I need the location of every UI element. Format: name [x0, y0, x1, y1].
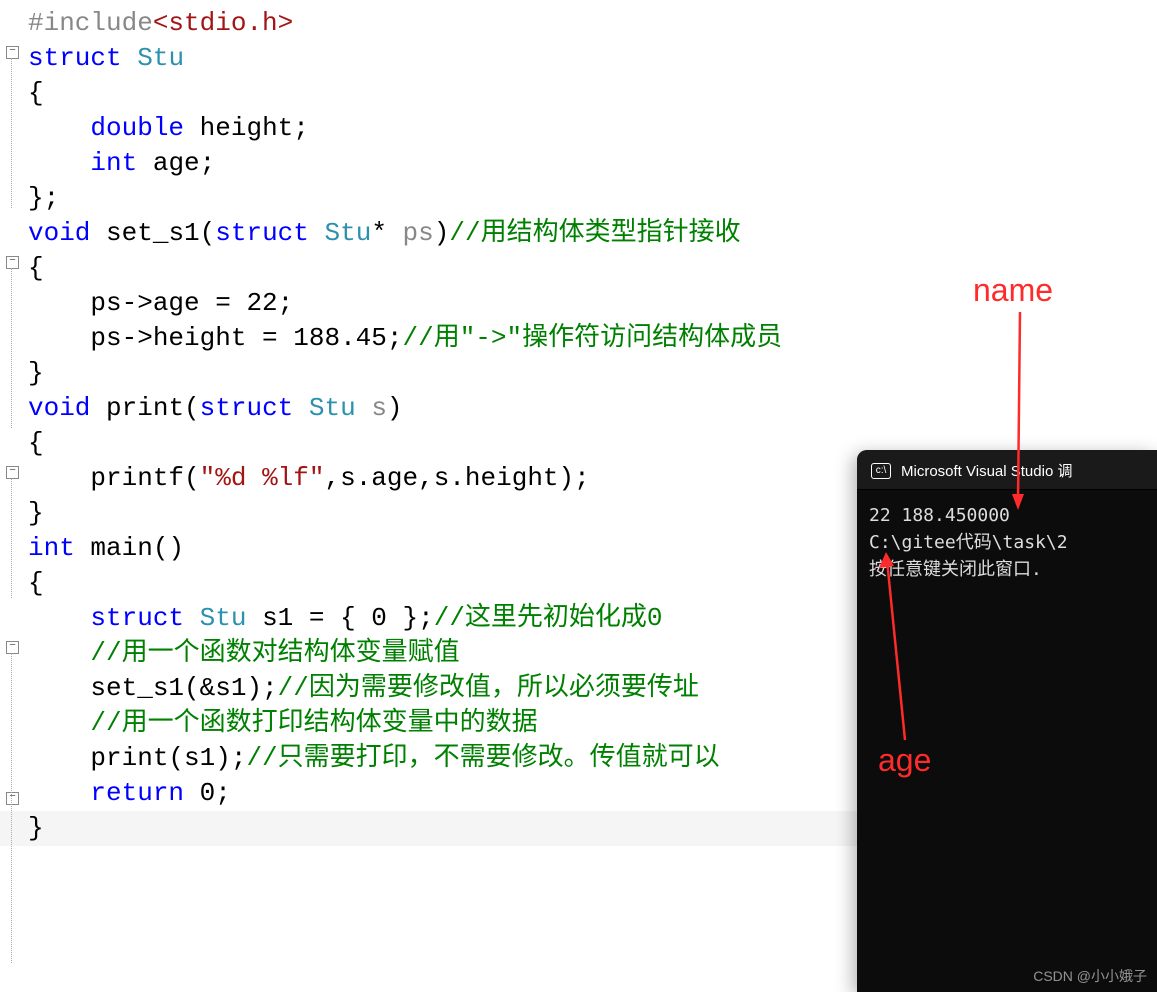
arrow-age [0, 0, 1157, 992]
